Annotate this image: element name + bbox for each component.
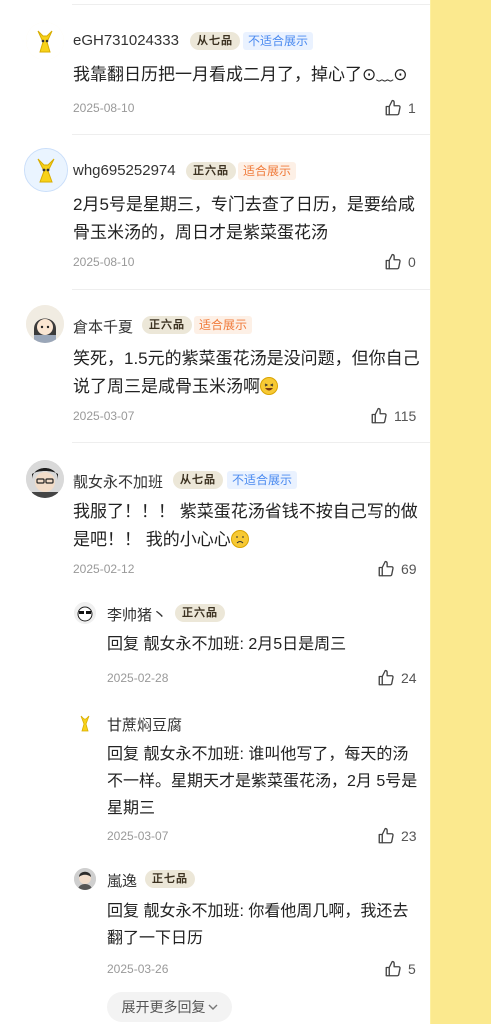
- comment-date: 2025-08-10: [73, 101, 135, 115]
- divider: [72, 4, 430, 5]
- reply-date: 2025-03-26: [107, 962, 169, 976]
- chevron-down-icon: [208, 992, 218, 1022]
- expand-more-replies-button[interactable]: 展开更多回复: [107, 992, 232, 1022]
- username[interactable]: 倉本千夏: [73, 316, 133, 337]
- like-button[interactable]: 24: [377, 669, 417, 687]
- avatar[interactable]: [74, 868, 96, 890]
- like-count: 115: [394, 408, 417, 424]
- comment-date: 2025-08-10: [73, 255, 135, 269]
- rank-badge: 正六品: [175, 604, 225, 622]
- sad-emoji-icon: [230, 529, 249, 548]
- like-count: 24: [401, 670, 417, 686]
- display-tag: 适合展示: [194, 316, 253, 334]
- comment-date: 2025-02-12: [73, 562, 135, 576]
- username[interactable]: 甘蔗焖豆腐: [107, 714, 182, 735]
- like-count: 0: [408, 254, 416, 270]
- reply-text: 回复 靓女永不加班: 你看他周几啊，我还去翻了一下日历: [107, 903, 409, 947]
- comment-text: 我服了！！！ 紫菜蛋花汤省钱不按自己写的做是吧！！ 我的小心心: [73, 502, 418, 549]
- divider: [72, 442, 430, 443]
- thumbs-up-icon: [384, 99, 402, 117]
- avatar[interactable]: [26, 305, 64, 343]
- comment-text: 2月5号是星期三，专门去查了日历，是要给咸骨玉米汤的，周日才是紫菜蛋花汤: [73, 195, 415, 242]
- thumbs-up-icon: [384, 960, 402, 978]
- comment-date: 2025-03-07: [73, 409, 135, 423]
- like-button[interactable]: 115: [370, 407, 416, 425]
- display-tag: 适合展示: [238, 162, 297, 180]
- like-count: 5: [408, 961, 416, 977]
- thumbs-up-icon: [377, 827, 395, 845]
- like-count: 23: [401, 828, 417, 844]
- avatar[interactable]: [26, 460, 64, 498]
- comment-text: 笑死，1.5元的紫菜蛋花汤是没问题，但你自己说了周三是咸骨玉米汤啊: [73, 349, 420, 396]
- like-button[interactable]: 69: [377, 560, 417, 578]
- reply-date: 2025-02-28: [107, 671, 169, 685]
- rank-badge: 从七品: [190, 32, 240, 50]
- rank-badge: 正六品: [186, 162, 236, 180]
- page-background: [431, 0, 491, 1024]
- avatar[interactable]: [74, 712, 96, 734]
- more-replies-label: 展开更多回复: [121, 999, 206, 1015]
- divider: [72, 134, 430, 135]
- username[interactable]: whg695252974: [73, 162, 176, 179]
- comment-panel: eGH731024333 从七品 不适合展示 我靠翻日历把一月看成二月了，掉心了…: [0, 0, 430, 1024]
- divider: [72, 289, 430, 290]
- like-count: 69: [401, 561, 417, 577]
- avatar[interactable]: [24, 148, 68, 192]
- like-button[interactable]: 0: [384, 253, 416, 271]
- laughing-emoji-icon: [260, 376, 278, 395]
- username[interactable]: 李帅猪丶: [107, 604, 167, 625]
- display-tag: 不适合展示: [243, 32, 314, 50]
- username[interactable]: eGH731024333: [73, 32, 179, 49]
- reply-text: 回复 靓女永不加班: 2月5日是周三: [107, 636, 347, 653]
- username[interactable]: 嵐逸: [107, 870, 137, 891]
- display-tag: 不适合展示: [227, 471, 298, 489]
- rank-badge: 正七品: [145, 870, 195, 888]
- thumbs-up-icon: [370, 407, 388, 425]
- avatar[interactable]: [26, 22, 64, 60]
- like-count: 1: [408, 100, 416, 116]
- like-button[interactable]: 5: [384, 960, 416, 978]
- like-button[interactable]: 1: [384, 99, 416, 117]
- like-button[interactable]: 23: [377, 827, 417, 845]
- thumbs-up-icon: [377, 560, 395, 578]
- avatar[interactable]: [74, 602, 96, 624]
- rank-badge: 正六品: [142, 316, 192, 334]
- thumbs-up-icon: [384, 253, 402, 271]
- reply-text: 回复 靓女永不加班: 谁叫他写了，每天的汤不一样。星期天才是紫菜蛋花汤，2月 5…: [107, 746, 418, 817]
- rank-badge: 从七品: [173, 471, 223, 489]
- thumbs-up-icon: [377, 669, 395, 687]
- comment-text: 我靠翻日历把一月看成二月了，掉心了⊙﹏⊙: [73, 65, 408, 84]
- reply-date: 2025-03-07: [107, 829, 169, 843]
- username[interactable]: 靓女永不加班: [73, 471, 163, 492]
